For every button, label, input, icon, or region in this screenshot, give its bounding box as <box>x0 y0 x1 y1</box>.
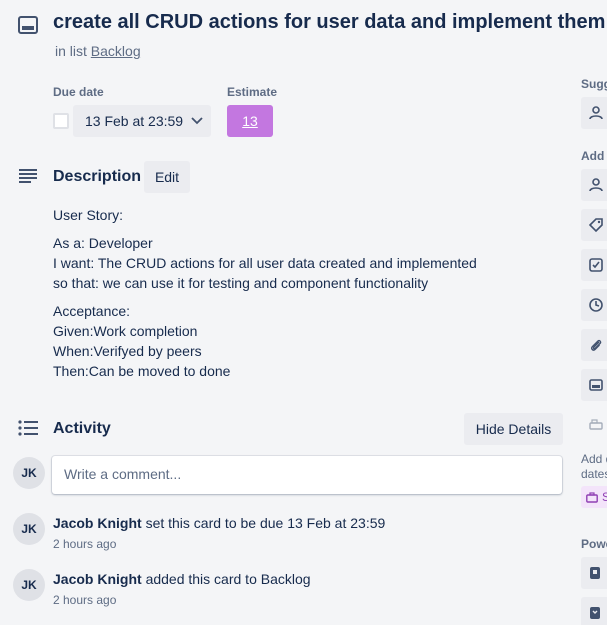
avatar[interactable]: JK <box>13 457 45 489</box>
estimate-badge[interactable]: 13 <box>227 105 273 137</box>
custom-fields-button[interactable] <box>581 409 607 441</box>
description-paragraph: As a: Developer I want: The CRUD actions… <box>53 235 477 291</box>
add-to-card-label: Add <box>581 149 605 163</box>
avatar[interactable]: JK <box>13 569 45 601</box>
avatar[interactable]: JK <box>13 513 45 545</box>
comment-input[interactable]: Write a comment... <box>52 456 562 494</box>
members-button[interactable] <box>581 169 607 201</box>
edit-description-button[interactable]: Edit <box>144 161 190 193</box>
person-icon <box>589 106 603 120</box>
activity-action: set this card to be due 13 Feb at 23:59 <box>145 515 386 531</box>
power-ups-label: Powe <box>581 537 607 551</box>
card-icon <box>18 16 38 34</box>
list-link[interactable]: Backlog <box>91 43 141 59</box>
description-paragraph: Acceptance: Given:Work completion When:V… <box>53 303 231 379</box>
dates-powerup-badge[interactable]: S <box>581 486 607 508</box>
chevron-down-icon <box>191 117 203 125</box>
activity-user-link[interactable]: Jacob Knight <box>53 515 142 531</box>
paperclip-icon <box>589 338 603 352</box>
card-cover-icon <box>589 379 603 391</box>
badge-text: S <box>602 490 607 504</box>
power-up-icon <box>589 606 601 620</box>
add-dates-text: Add d <box>581 452 607 466</box>
hide-details-button[interactable]: Hide Details <box>464 413 563 445</box>
due-complete-checkbox[interactable] <box>53 113 69 129</box>
suggested-join-button[interactable] <box>581 97 607 129</box>
checklist-icon <box>589 258 603 272</box>
attachment-button[interactable] <box>581 329 607 361</box>
description-paragraph: User Story: <box>53 207 124 223</box>
activity-timestamp[interactable]: 2 hours ago <box>53 593 116 607</box>
description-body[interactable]: User Story: As a: Developer I want: The … <box>53 205 493 389</box>
activity-timestamp[interactable]: 2 hours ago <box>53 537 116 551</box>
dates-button[interactable] <box>581 289 607 321</box>
activity-action: added this card to Backlog <box>145 571 311 587</box>
description-icon <box>18 168 38 184</box>
activity-entry: Jacob Knight added this card to Backlog <box>53 571 311 587</box>
power-up-icon <box>589 566 601 580</box>
activity-icon <box>18 420 40 436</box>
due-date-label: Due date <box>53 85 104 99</box>
briefcase-icon <box>586 491 598 503</box>
due-date-button[interactable]: 13 Feb at 23:59 <box>73 105 211 137</box>
labels-button[interactable] <box>581 209 607 241</box>
add-dates-text: dates <box>581 467 607 481</box>
cover-button[interactable] <box>581 369 607 401</box>
suggested-label: Sugg <box>581 77 607 91</box>
due-date-value: 13 Feb at 23:59 <box>85 113 184 129</box>
clock-icon <box>589 298 603 312</box>
estimate-label: Estimate <box>227 85 278 99</box>
description-title: Description <box>53 168 142 185</box>
checklist-button[interactable] <box>581 249 607 281</box>
in-list-text: in list Backlog <box>55 43 141 59</box>
tag-icon <box>589 218 603 232</box>
card-title[interactable]: create all CRUD actions for user data an… <box>53 11 605 34</box>
activity-user-link[interactable]: Jacob Knight <box>53 571 142 587</box>
person-icon <box>589 178 603 192</box>
power-up-button[interactable] <box>581 597 607 625</box>
power-up-button[interactable] <box>581 557 607 589</box>
in-list-prefix: in list <box>55 43 87 59</box>
activity-entry: Jacob Knight set this card to be due 13 … <box>53 515 385 531</box>
custom-fields-icon <box>589 419 603 431</box>
activity-title: Activity <box>53 420 111 437</box>
